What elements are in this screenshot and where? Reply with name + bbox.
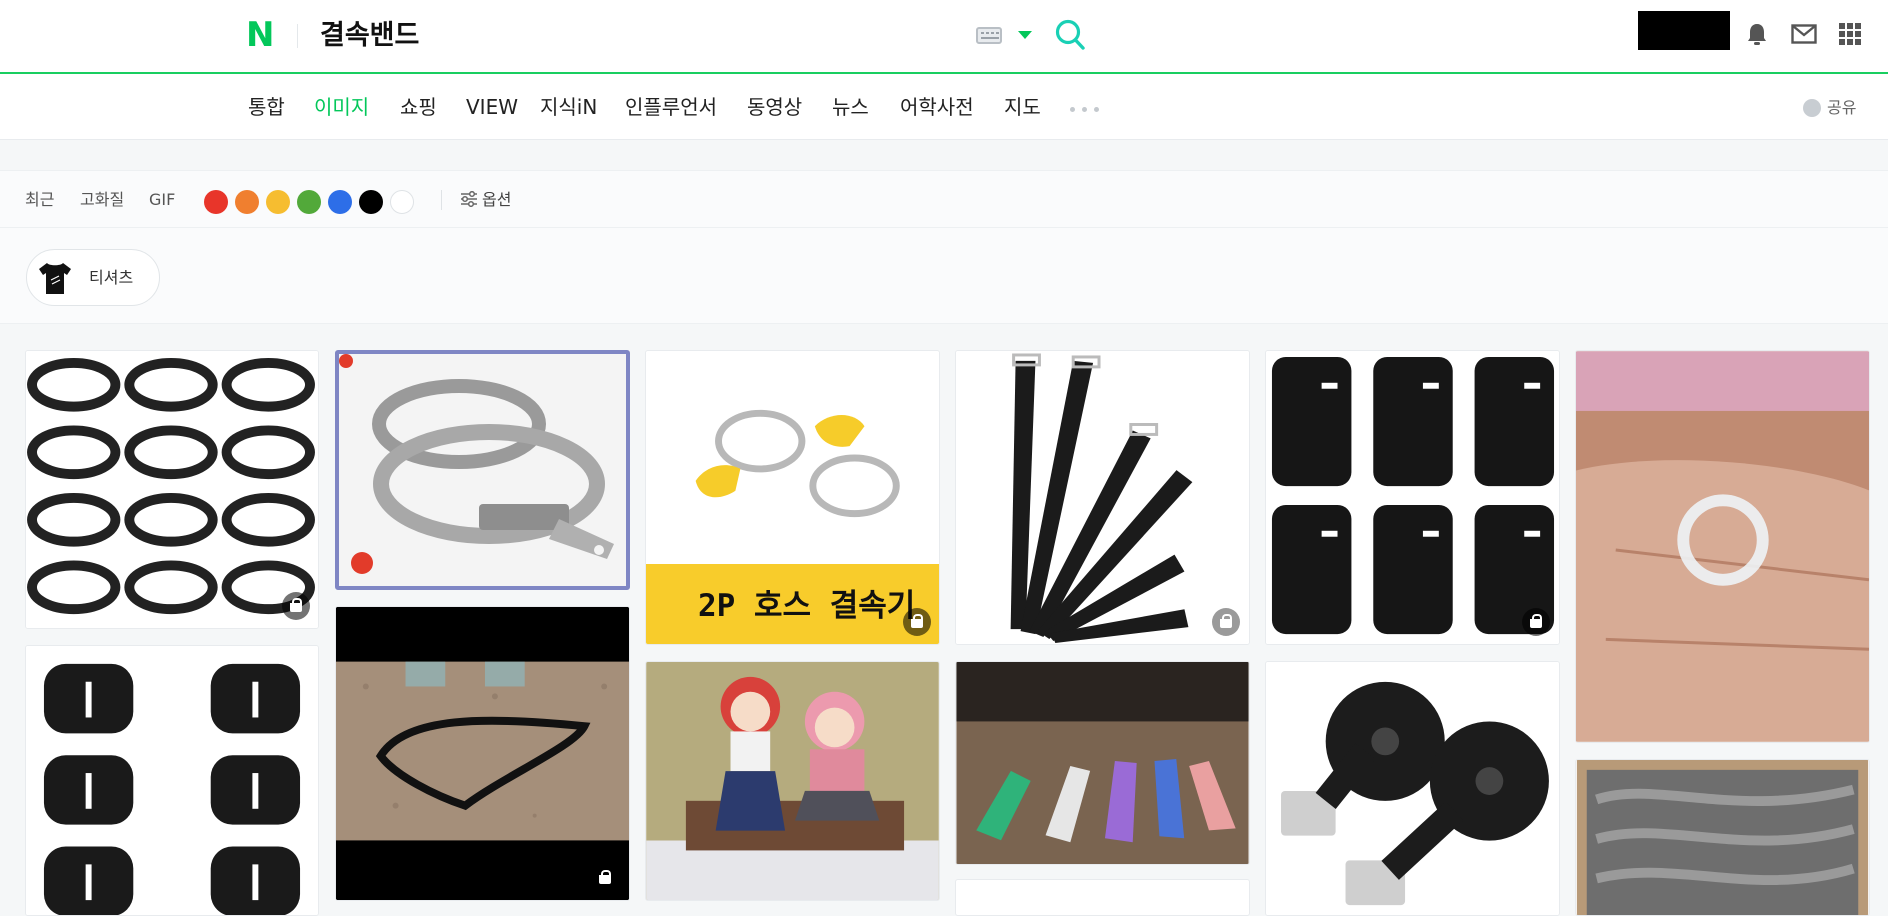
velcro-straps-image <box>26 351 318 628</box>
filter-bar: 최근 고화질 GIF 옵션 <box>0 170 1888 228</box>
cam-buckle-strap-image <box>1266 662 1559 915</box>
sliders-icon[interactable] <box>460 191 478 207</box>
image-result-card[interactable] <box>1265 661 1560 916</box>
image-result-card[interactable] <box>955 350 1250 645</box>
image-result-card[interactable] <box>335 350 630 590</box>
tab-images[interactable]: 이미지 <box>314 92 369 122</box>
tshirt-thumbnail <box>39 263 71 294</box>
logo-divider <box>297 24 298 48</box>
elastic-bands-box-image <box>1576 760 1869 915</box>
anime-illustration-image <box>646 662 939 900</box>
patterned-wristbands-image <box>956 662 1249 864</box>
filter-recent[interactable]: 최근 <box>25 189 54 211</box>
tab-shopping[interactable]: 쇼핑 <box>400 92 437 122</box>
bell-icon[interactable] <box>1746 22 1768 46</box>
naver-logo[interactable]: N <box>246 18 278 52</box>
options-button[interactable]: 옵션 <box>482 189 511 211</box>
image-result-card[interactable] <box>1575 759 1870 916</box>
velcro-bands-image <box>26 646 318 915</box>
image-result-card[interactable] <box>955 879 1250 916</box>
share-label: 공유 <box>1827 98 1857 117</box>
caption-text: 2P 호스 결속기 <box>698 588 916 624</box>
image-result-card[interactable] <box>645 661 940 901</box>
profile-avatar[interactable] <box>1638 11 1730 50</box>
top-header: N 결속밴드 <box>0 0 1888 74</box>
chevron-down-icon[interactable] <box>1018 31 1032 39</box>
shopping-bag-icon[interactable] <box>1522 608 1550 636</box>
badge-dot-icon <box>339 354 353 368</box>
product-caption: 2P 호스 결속기 <box>646 564 939 644</box>
image-result-card[interactable] <box>335 606 630 901</box>
tab-influencer[interactable]: 인플루언서 <box>625 92 717 122</box>
filter-divider <box>441 190 442 210</box>
related-chips: 티셔츠 <box>0 228 1888 324</box>
tab-view[interactable]: VIEW <box>466 92 518 122</box>
shopping-bag-icon[interactable] <box>591 864 619 892</box>
image-result-card[interactable] <box>1575 350 1870 743</box>
hose-clamp-tool-image <box>646 351 939 566</box>
color-filter-yellow[interactable] <box>266 190 290 214</box>
color-filter-red[interactable] <box>204 190 228 214</box>
image-result-card[interactable] <box>25 645 319 916</box>
color-filter-green[interactable] <box>297 190 321 214</box>
image-result-card[interactable] <box>25 350 319 629</box>
mail-icon[interactable] <box>1791 24 1817 44</box>
tab-kin[interactable]: 지식iN <box>540 92 597 122</box>
shopping-bag-icon[interactable] <box>282 592 310 620</box>
tab-integrated[interactable]: 통합 <box>248 92 285 122</box>
shopping-bag-icon[interactable] <box>1212 608 1240 636</box>
search-tabs: 통합 이미지 쇼핑 VIEW 지식iN 인플루언서 동영상 뉴스 어학사전 지도… <box>0 74 1888 140</box>
keyboard-icon[interactable] <box>976 27 1002 44</box>
chip-label: 티셔츠 <box>89 268 134 287</box>
related-chip-tshirt[interactable]: 티셔츠 <box>26 249 160 306</box>
apps-grid-icon[interactable] <box>1839 23 1861 45</box>
image-result-card[interactable] <box>955 661 1250 865</box>
filter-hd[interactable]: 고화질 <box>80 189 124 211</box>
black-band-on-table-image <box>336 607 629 900</box>
color-filter-white[interactable] <box>390 190 414 214</box>
search-icon[interactable] <box>1054 18 1086 52</box>
silicone-ring-on-hand-image <box>1576 351 1869 742</box>
cable-ties-fan-image <box>956 351 1249 644</box>
tab-map[interactable]: 지도 <box>1004 92 1041 122</box>
image-result-card[interactable] <box>1265 350 1560 645</box>
shopping-bag-icon[interactable] <box>903 608 931 636</box>
tab-dictionary[interactable]: 어학사전 <box>900 92 974 122</box>
color-filter-black[interactable] <box>359 190 383 214</box>
brand-badge-icon <box>351 552 373 574</box>
more-dots-icon[interactable] <box>1070 107 1100 113</box>
color-filter-orange[interactable] <box>235 190 259 214</box>
tab-video[interactable]: 동영상 <box>747 92 802 122</box>
tab-news[interactable]: 뉴스 <box>832 92 869 122</box>
color-filter-blue[interactable] <box>328 190 352 214</box>
black-velcro-straps-image <box>1266 351 1559 644</box>
image-result-card[interactable]: 2P 호스 결속기 <box>645 350 940 645</box>
steel-hose-clamp-image <box>339 354 626 586</box>
share-icon <box>1803 99 1821 117</box>
search-input[interactable]: 결속밴드 <box>320 16 419 56</box>
filter-gif[interactable]: GIF <box>149 189 175 211</box>
